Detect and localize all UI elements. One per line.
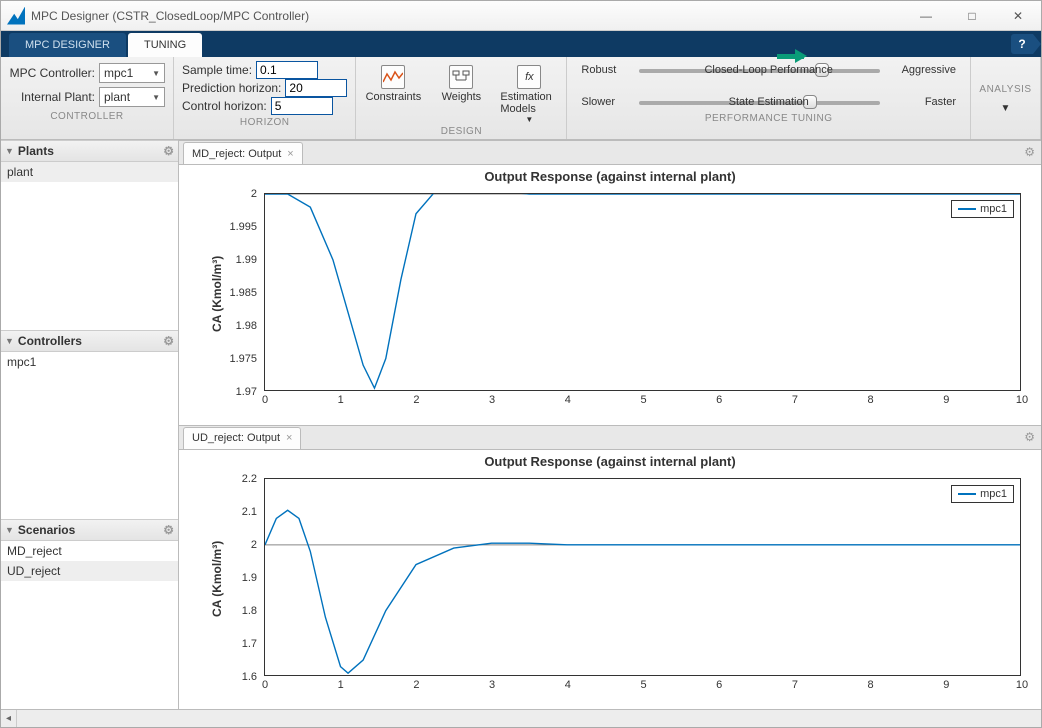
analysis-button[interactable]: ANALYSIS ▼ [971, 57, 1041, 139]
mpc-controller-label: MPC Controller: [9, 66, 99, 80]
tab-mpc-designer[interactable]: MPC DESIGNER [9, 33, 126, 57]
disclosure-icon: ▼ [5, 146, 14, 156]
chevron-down-icon: ▼ [152, 69, 160, 78]
titlebar: MPC Designer (CSTR_ClosedLoop/MPC Contro… [1, 1, 1041, 31]
group-design: DESIGN [364, 124, 558, 137]
status-arrow-icon[interactable]: ◂ [1, 710, 17, 727]
control-horizon-input[interactable] [271, 97, 333, 115]
controllers-list: mpc1 [1, 352, 178, 520]
plants-list: plant [1, 162, 178, 330]
panel-plants-header[interactable]: ▼Plants⚙ [1, 140, 178, 162]
close-button[interactable]: ✕ [995, 1, 1041, 31]
slider-perf-right: Aggressive [886, 64, 956, 76]
internal-plant-combo[interactable]: plant▼ [99, 87, 165, 107]
gear-icon[interactable]: ⚙ [163, 334, 174, 348]
tab-tuning[interactable]: TUNING [128, 33, 202, 57]
legend: mpc1 [951, 485, 1014, 503]
list-item[interactable]: MD_reject [1, 541, 178, 561]
window-title: MPC Designer (CSTR_ClosedLoop/MPC Contro… [31, 9, 903, 23]
ribbon-tabs: MPC DESIGNER TUNING ? [1, 31, 1041, 57]
closed-loop-performance-slider[interactable] [639, 63, 880, 77]
prediction-horizon-input[interactable] [285, 79, 347, 97]
list-item[interactable]: plant [1, 162, 178, 182]
app-icon [7, 7, 25, 25]
maximize-button[interactable]: □ [949, 1, 995, 31]
close-icon[interactable]: × [287, 148, 293, 160]
state-estimation-slider[interactable] [639, 95, 880, 109]
gear-icon[interactable]: ⚙ [1024, 430, 1035, 444]
list-item[interactable]: UD_reject [1, 561, 178, 581]
panel-controllers-header[interactable]: ▼Controllers⚙ [1, 330, 178, 352]
gear-icon[interactable]: ⚙ [1024, 145, 1035, 159]
plot-title: Output Response (against internal plant) [179, 169, 1041, 184]
plot-ud-reject: Output Response (against internal plant)… [179, 450, 1041, 710]
constraints-button[interactable]: Constraints [364, 61, 422, 124]
slider-state-right: Faster [886, 96, 956, 108]
slider-state-left: Slower [581, 96, 633, 108]
slider-perf-left: Robust [581, 64, 633, 76]
control-horizon-label: Control horizon: [182, 99, 271, 113]
internal-plant-label: Internal Plant: [9, 90, 99, 104]
group-tuning: PERFORMANCE TUNING [581, 111, 956, 124]
statusbar: ◂ [1, 709, 1041, 727]
legend: mpc1 [951, 200, 1014, 218]
chevron-down-icon: ▼ [152, 93, 160, 102]
close-icon[interactable]: × [286, 432, 292, 444]
help-button[interactable]: ? [1011, 34, 1033, 54]
panel-scenarios-header[interactable]: ▼Scenarios⚙ [1, 519, 178, 541]
disclosure-icon: ▼ [5, 336, 14, 346]
plot-title: Output Response (against internal plant) [179, 454, 1041, 469]
list-item[interactable]: mpc1 [1, 352, 178, 372]
prediction-horizon-label: Prediction horizon: [182, 81, 285, 95]
tab-md-reject[interactable]: MD_reject: Output× [183, 142, 303, 164]
tab-ud-reject[interactable]: UD_reject: Output× [183, 427, 301, 449]
disclosure-icon: ▼ [5, 525, 14, 535]
chevron-down-icon: ▼ [1001, 103, 1011, 114]
gear-icon[interactable]: ⚙ [163, 144, 174, 158]
estimation-models-button[interactable]: fxEstimation Models▼ [500, 61, 558, 124]
plot-md-reject: Output Response (against internal plant)… [179, 165, 1041, 425]
fx-icon: fx [517, 65, 541, 89]
sample-time-label: Sample time: [182, 63, 256, 77]
group-controller: CONTROLLER [9, 109, 165, 122]
weights-button[interactable]: Weights [432, 61, 490, 124]
minimize-button[interactable]: ― [903, 1, 949, 31]
sidebar: ▼Plants⚙ plant ▼Controllers⚙ mpc1 ▼Scena… [1, 140, 179, 709]
sample-time-input[interactable] [256, 61, 318, 79]
mpc-controller-combo[interactable]: mpc1▼ [99, 63, 165, 83]
group-horizon: HORIZON [182, 115, 347, 128]
toolstrip: MPC Controller: mpc1▼ Internal Plant: pl… [1, 57, 1041, 140]
constraints-icon [381, 65, 405, 89]
scenarios-list: MD_rejectUD_reject [1, 541, 178, 709]
weights-icon [449, 65, 473, 89]
gear-icon[interactable]: ⚙ [163, 523, 174, 537]
